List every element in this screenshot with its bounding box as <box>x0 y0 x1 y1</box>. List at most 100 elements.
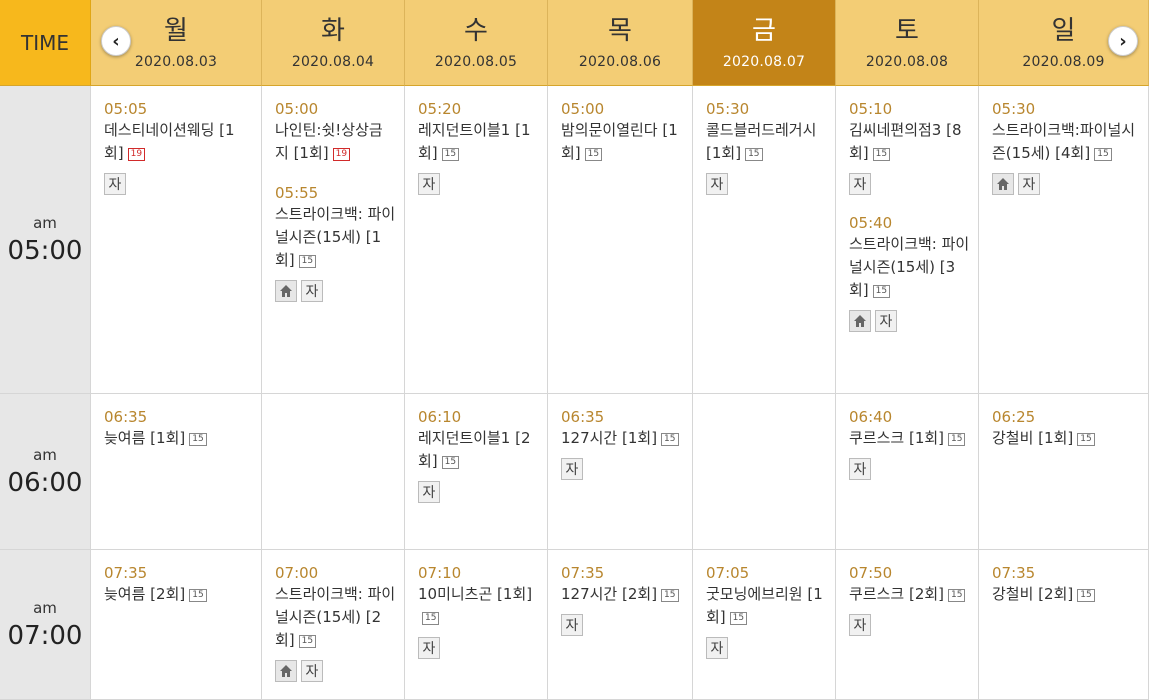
program-item[interactable]: 05:00 밤의문이열린다 [1회] 15 <box>561 99 684 165</box>
program-icons: 자 <box>992 173 1140 195</box>
program-title[interactable]: 쿠르스크 [2회] <box>849 585 944 603</box>
program-icons: 자 <box>561 458 684 480</box>
next-week-button[interactable]: › <box>1108 26 1138 56</box>
program-title-line: 10미니츠곤 [1회] 15 <box>418 583 539 629</box>
program-icons: 자 <box>706 637 827 659</box>
schedule-cell: 07:35 127시간 [2회] 15 자 <box>548 550 693 700</box>
program-title-line: 콜드블러드레거시 [1회] 15 <box>706 119 827 165</box>
rating-badge: 15 <box>729 612 748 625</box>
program-title[interactable]: 굿모닝에브리원 [1회] <box>706 585 823 626</box>
program-item[interactable]: 07:50 쿠르스크 [2회] 15 자 <box>849 563 970 636</box>
program-title-line: 굿모닝에브리원 [1회] 15 <box>706 583 827 629</box>
program-time: 05:40 <box>849 214 893 232</box>
program-icons: 자 <box>275 280 396 302</box>
program-title[interactable]: 쿠르스크 [1회] <box>849 429 944 447</box>
subtitle-icon: 자 <box>706 637 728 659</box>
schedule-cell: 06:35 늦여름 [1회] 15 <box>91 394 262 550</box>
program-title[interactable]: 스트라이크백:파이널시즌(15세) [4회] <box>992 121 1135 162</box>
program-item[interactable]: 05:30 스트라이크백:파이널시즌(15세) [4회] 15 자 <box>992 99 1140 195</box>
day-date: 2020.08.05 <box>434 53 518 70</box>
day-header[interactable]: 금 2020.08.07 <box>693 0 836 86</box>
subtitle-icon: 자 <box>561 614 583 636</box>
program-item[interactable]: 05:40 스트라이크백: 파이널시즌(15세) [3회] 15 자 <box>849 213 970 332</box>
program-item[interactable]: 05:10 김씨네편의점3 [8회] 15 자 <box>849 99 970 195</box>
day-header[interactable]: 목 2020.08.06 <box>548 0 693 86</box>
day-header[interactable]: 화 2020.08.04 <box>262 0 405 86</box>
day-name: 수 <box>464 15 488 46</box>
program-title[interactable]: 레지던트이블1 [1회] <box>418 121 531 162</box>
program-item[interactable]: 07:10 10미니츠곤 [1회] 15 자 <box>418 563 539 659</box>
program-item[interactable]: 06:40 쿠르스크 [1회] 15 자 <box>849 407 970 480</box>
program-title[interactable]: 나인틴:쉿!상상금지 [1회] <box>275 121 383 162</box>
program-title[interactable]: 127시간 [2회] <box>561 585 657 603</box>
program-item[interactable]: 05:20 레지던트이블1 [1회] 15 자 <box>418 99 539 195</box>
program-item[interactable]: 05:30 콜드블러드레거시 [1회] 15 자 <box>706 99 827 195</box>
subtitle-icon: 자 <box>706 173 728 195</box>
program-item[interactable]: 07:35 강철비 [2회] 15 <box>992 563 1140 606</box>
program-time: 05:30 <box>992 100 1036 118</box>
program-title-line: 127시간 [1회] 15 <box>561 427 684 450</box>
program-title[interactable]: 데스티네이션웨딩 [1회] <box>104 121 235 162</box>
program-title[interactable]: 스트라이크백: 파이널시즌(15세) [3회] <box>849 235 969 299</box>
program-time: 05:20 <box>418 100 462 118</box>
program-item[interactable]: 07:35 127시간 [2회] 15 자 <box>561 563 684 636</box>
program-time: 06:35 <box>104 408 148 426</box>
program-title[interactable]: 밤의문이열린다 [1회] <box>561 121 678 162</box>
day-name: 월 <box>164 15 188 46</box>
day-date: 2020.08.09 <box>1022 53 1105 70</box>
program-title-line: 쿠르스크 [1회] 15 <box>849 427 970 450</box>
day-name: 일 <box>1051 15 1076 46</box>
program-title[interactable]: 김씨네편의점3 [8회] <box>849 121 962 162</box>
schedule-cell: 05:10 김씨네편의점3 [8회] 15 자 05:40 스트라이크백: 파이널시즌(1… <box>836 86 979 394</box>
rating-badge: 15 <box>441 456 460 469</box>
program-title[interactable]: 강철비 [1회] <box>992 429 1073 447</box>
program-time: 06:40 <box>849 408 893 426</box>
program-item[interactable]: 07:05 굿모닝에브리원 [1회] 15 자 <box>706 563 827 659</box>
program-item[interactable]: 06:25 강철비 [1회] 15 <box>992 407 1140 450</box>
program-item[interactable]: 07:00 스트라이크백: 파이널시즌(15세) [2회] 15 자 <box>275 563 396 682</box>
program-title[interactable]: 강철비 [2회] <box>992 585 1073 603</box>
program-icons: 자 <box>849 173 970 195</box>
rating-badge: 19 <box>332 148 351 161</box>
program-item[interactable]: 06:35 늦여름 [1회] 15 <box>104 407 253 450</box>
program-title-line: 스트라이크백: 파이널시즌(15세) [1회] 15 <box>275 203 396 272</box>
program-title[interactable]: 10미니츠곤 [1회] <box>418 585 532 603</box>
program-title-line: 밤의문이열린다 [1회] 15 <box>561 119 684 165</box>
subtitle-icon: 자 <box>301 660 323 682</box>
hour-label: 05:00 <box>7 235 83 266</box>
program-item[interactable]: 07:35 늦여름 [2회] 15 <box>104 563 253 606</box>
program-item[interactable]: 05:00 나인틴:쉿!상상금지 [1회] 19 <box>275 99 396 165</box>
chevron-left-icon: ‹ <box>112 30 120 52</box>
program-title[interactable]: 127시간 [1회] <box>561 429 657 447</box>
program-item[interactable]: 05:05 데스티네이션웨딩 [1회] 19 자 <box>104 99 253 195</box>
day-header[interactable]: 일 2020.08.09 › <box>979 0 1149 86</box>
day-header[interactable]: 수 2020.08.05 <box>405 0 548 86</box>
day-header[interactable]: 월 2020.08.03 ‹ <box>91 0 262 86</box>
prev-week-button[interactable]: ‹ <box>101 26 131 56</box>
program-item[interactable]: 06:35 127시간 [1회] 15 자 <box>561 407 684 480</box>
program-item[interactable]: 06:10 레지던트이블1 [2회] 15 자 <box>418 407 539 503</box>
time-column-header: TIME <box>0 0 91 86</box>
program-title[interactable]: 스트라이크백: 파이널시즌(15세) [2회] <box>275 585 395 649</box>
schedule-cell: 07:10 10미니츠곤 [1회] 15 자 <box>405 550 548 700</box>
subtitle-icon: 자 <box>561 458 583 480</box>
home-icon <box>275 280 297 302</box>
program-time: 07:35 <box>561 564 605 582</box>
program-icons: 자 <box>418 173 539 195</box>
day-header[interactable]: 토 2020.08.08 <box>836 0 979 86</box>
rating-badge: 15 <box>1094 148 1112 161</box>
program-icons: 자 <box>418 481 539 503</box>
program-title[interactable]: 늦여름 [2회] <box>104 585 185 603</box>
program-title[interactable]: 레지던트이블1 [2회] <box>418 429 531 470</box>
program-time: 06:10 <box>418 408 462 426</box>
day-date: 2020.08.08 <box>865 53 949 70</box>
rating-badge: 15 <box>661 433 679 446</box>
rating-badge: 15 <box>298 635 317 648</box>
program-title-line: 레지던트이블1 [1회] 15 <box>418 119 539 165</box>
program-title[interactable]: 늦여름 [1회] <box>104 429 185 447</box>
subtitle-icon: 자 <box>1018 173 1040 195</box>
program-item[interactable]: 05:55 스트라이크백: 파이널시즌(15세) [1회] 15 자 <box>275 183 396 302</box>
chevron-right-icon: › <box>1119 30 1127 52</box>
schedule-cell: 06:10 레지던트이블1 [2회] 15 자 <box>405 394 548 550</box>
program-title[interactable]: 스트라이크백: 파이널시즌(15세) [1회] <box>275 205 395 269</box>
